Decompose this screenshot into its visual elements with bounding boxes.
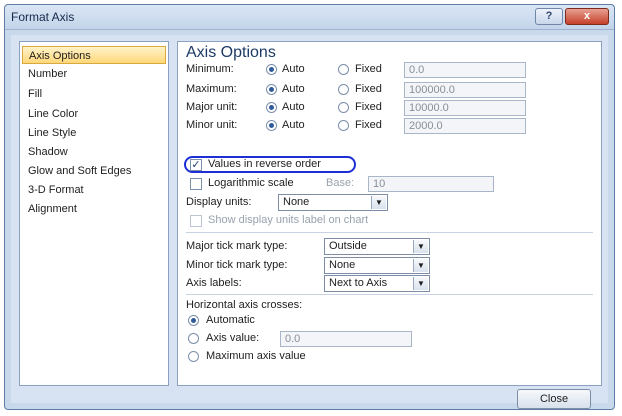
maximum-value-field[interactable]: 100000.0: [404, 82, 526, 98]
minor-unit-auto-radio[interactable]: [266, 120, 277, 131]
nav-item-shadow[interactable]: Shadow: [22, 143, 166, 161]
chevron-down-icon: ▼: [371, 196, 386, 209]
crosses-automatic-label: Automatic: [206, 314, 255, 326]
crosses-axis-value-label: Axis value:: [206, 332, 260, 344]
axis-labels-label: Axis labels:: [186, 277, 242, 289]
log-base-field[interactable]: 10: [368, 176, 494, 192]
panel-heading: Axis Options: [186, 44, 276, 61]
title-bar: Format Axis ? x: [5, 5, 614, 30]
maximum-auto-label: Auto: [282, 83, 305, 95]
maximum-fixed-label: Fixed: [355, 83, 382, 95]
help-button[interactable]: ?: [535, 8, 563, 25]
chevron-down-icon: ▼: [413, 240, 428, 253]
show-units-label-text: Show display units label on chart: [208, 214, 369, 226]
minimum-fixed-radio[interactable]: [338, 64, 349, 75]
separator: [186, 294, 593, 295]
minor-unit-label: Minor unit:: [186, 119, 238, 131]
minor-tick-value: None: [329, 259, 356, 271]
nav-item-alignment[interactable]: Alignment: [22, 200, 166, 218]
major-unit-label: Major unit:: [186, 101, 238, 113]
major-tick-value: Outside: [329, 240, 367, 252]
display-units-value: None: [283, 196, 310, 208]
reverse-order-checkbox[interactable]: ✓: [190, 159, 202, 171]
show-units-label-checkbox[interactable]: [190, 215, 202, 227]
minimum-label: Minimum:: [186, 63, 234, 75]
nav-item-number[interactable]: Number: [22, 65, 166, 83]
display-units-label: Display units:: [186, 196, 252, 208]
axis-crosses-label: Horizontal axis crosses:: [186, 299, 303, 311]
category-list: Axis Options Number Fill Line Color Line…: [19, 41, 169, 386]
maximum-auto-radio[interactable]: [266, 84, 277, 95]
nav-item-3d-format[interactable]: 3-D Format: [22, 181, 166, 199]
minor-unit-fixed-radio[interactable]: [338, 120, 349, 131]
close-button[interactable]: Close: [517, 389, 591, 409]
minimum-value-field[interactable]: 0.0: [404, 62, 526, 78]
major-unit-fixed-radio[interactable]: [338, 102, 349, 113]
crosses-automatic-radio[interactable]: [188, 315, 199, 326]
axis-options-panel: Axis Options Minimum: Auto Fixed 0.0 Max…: [177, 41, 602, 386]
dialog-body: Axis Options Number Fill Line Color Line…: [11, 35, 608, 409]
reverse-order-label: Values in reverse order: [208, 158, 321, 170]
crosses-axis-value-radio[interactable]: [188, 333, 199, 344]
major-unit-auto-radio[interactable]: [266, 102, 277, 113]
minimum-auto-label: Auto: [282, 63, 305, 75]
minimum-auto-radio[interactable]: [266, 64, 277, 75]
log-base-label: Base:: [326, 177, 355, 189]
major-unit-value-field[interactable]: 10000.0: [404, 100, 526, 116]
major-unit-fixed-label: Fixed: [355, 101, 382, 113]
dialog-title: Format Axis: [11, 10, 75, 24]
minor-unit-auto-label: Auto: [282, 119, 305, 131]
maximum-label: Maximum:: [186, 83, 237, 95]
window-close-button[interactable]: x: [565, 8, 609, 25]
nav-item-line-color[interactable]: Line Color: [22, 105, 166, 123]
minor-unit-fixed-label: Fixed: [355, 119, 382, 131]
minor-tick-label: Minor tick mark type:: [186, 259, 288, 271]
major-unit-auto-label: Auto: [282, 101, 305, 113]
log-scale-checkbox[interactable]: [190, 178, 202, 190]
crosses-maximum-radio[interactable]: [188, 351, 199, 362]
minimum-fixed-label: Fixed: [355, 63, 382, 75]
major-tick-dropdown[interactable]: Outside ▼: [324, 238, 430, 255]
axis-labels-value: Next to Axis: [329, 277, 388, 289]
axis-labels-dropdown[interactable]: Next to Axis ▼: [324, 275, 430, 292]
chevron-down-icon: ▼: [413, 277, 428, 290]
nav-item-fill[interactable]: Fill: [22, 85, 166, 103]
chevron-down-icon: ▼: [413, 259, 428, 272]
nav-item-glow-soft-edges[interactable]: Glow and Soft Edges: [22, 162, 166, 180]
separator: [186, 232, 593, 233]
nav-item-line-style[interactable]: Line Style: [22, 124, 166, 142]
crosses-axis-value-field[interactable]: 0.0: [280, 331, 412, 347]
nav-item-axis-options[interactable]: Axis Options: [22, 46, 166, 64]
log-scale-label: Logarithmic scale: [208, 177, 294, 189]
maximum-fixed-radio[interactable]: [338, 84, 349, 95]
minor-unit-value-field[interactable]: 2000.0: [404, 118, 526, 134]
display-units-dropdown[interactable]: None ▼: [278, 194, 388, 211]
minor-tick-dropdown[interactable]: None ▼: [324, 257, 430, 274]
major-tick-label: Major tick mark type:: [186, 240, 288, 252]
crosses-maximum-label: Maximum axis value: [206, 350, 306, 362]
format-axis-dialog: Format Axis ? x Axis Options Number Fill…: [4, 4, 615, 410]
